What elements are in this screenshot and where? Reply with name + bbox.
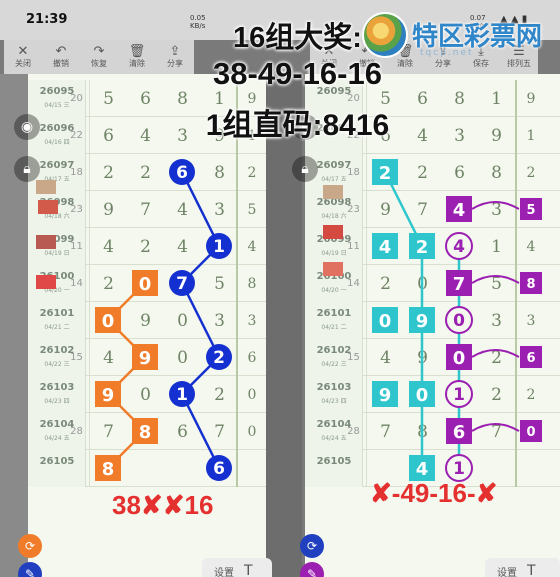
purple-side-marker: 6 — [520, 346, 542, 368]
right-settings-button[interactable]: 设置 — [497, 564, 517, 577]
svg-text:4: 4 — [379, 237, 392, 258]
svg-text:9: 9 — [139, 348, 152, 369]
svg-text:0: 0 — [379, 311, 392, 332]
purple-connector-curve — [471, 423, 520, 432]
right-result-middle: -49-16- — [391, 478, 476, 508]
svg-text:1: 1 — [176, 385, 188, 405]
left-result-first: 38 — [112, 490, 141, 520]
teal-marked-digit: 2 — [372, 159, 398, 185]
purple-marked-digit: 0 — [446, 344, 472, 370]
svg-text:1: 1 — [213, 237, 225, 257]
refresh-icon[interactable]: ⟳ — [300, 534, 324, 558]
orange-marked-digit: 8 — [95, 455, 121, 481]
svg-text:0: 0 — [526, 425, 535, 440]
purple-circled-digit: 0 — [445, 306, 473, 334]
svg-text:7: 7 — [176, 274, 188, 294]
svg-text:0: 0 — [102, 311, 115, 332]
screenshot-root: 21:39 0.05 KB/s 0.07 KB/s ▲ ▲ ▮ ✕ 关闭 ↶ 撤销 ↷ 恢… — [0, 0, 560, 577]
teal-marked-digit: 0 — [409, 381, 435, 407]
svg-text:6: 6 — [213, 459, 225, 479]
orange-marked-digit: 0 — [132, 270, 158, 296]
svg-text:8: 8 — [102, 459, 115, 480]
purple-connector-curve — [471, 349, 520, 358]
left-result-last: 16 — [184, 490, 214, 520]
svg-text:0: 0 — [453, 348, 466, 369]
purple-side-marker: 5 — [520, 198, 542, 220]
left-result-cross-1: ✘ — [140, 490, 163, 520]
left-result: 38✘✘16 — [112, 490, 213, 521]
svg-text:9: 9 — [102, 385, 115, 406]
logo-subtext: tqcp.net — [420, 48, 474, 58]
purple-marked-digit: 6 — [446, 418, 472, 444]
svg-text:2: 2 — [213, 348, 225, 368]
headline-line-3: 1组直码:8416 — [205, 109, 390, 142]
purple-circled-digit: 1 — [445, 380, 473, 408]
refresh-icon[interactable]: ⟳ — [18, 534, 42, 558]
svg-text:1: 1 — [453, 459, 465, 479]
logo-emblem-icon — [362, 12, 408, 58]
svg-text:1: 1 — [453, 385, 465, 405]
svg-text:7: 7 — [453, 274, 466, 295]
purple-side-marker: 0 — [520, 420, 542, 442]
purple-marked-digit: 4 — [446, 196, 472, 222]
svg-text:0: 0 — [139, 274, 152, 295]
purple-marked-digit: 7 — [446, 270, 472, 296]
blue-marked-digit: 7 — [169, 270, 195, 296]
blue-marked-digit: 2 — [206, 344, 232, 370]
purple-circled-digit: 4 — [445, 232, 473, 260]
svg-text:8: 8 — [526, 277, 535, 292]
svg-text:8: 8 — [139, 422, 152, 443]
teal-marked-digit: 4 — [372, 233, 398, 259]
svg-text:4: 4 — [453, 200, 466, 221]
orange-marked-digit: 9 — [95, 381, 121, 407]
svg-text:2: 2 — [379, 163, 392, 184]
teal-marked-digit: 9 — [409, 307, 435, 333]
svg-text:9: 9 — [379, 385, 392, 406]
purple-connector-curve — [471, 275, 520, 284]
teal-marked-digit: 2 — [409, 233, 435, 259]
svg-text:6: 6 — [176, 163, 188, 183]
purple-connector-curve — [471, 201, 520, 210]
svg-text:4: 4 — [416, 459, 429, 480]
orange-marked-digit: 0 — [95, 307, 121, 333]
right-bottom-bar: 设置 T — [485, 558, 560, 577]
svg-text:5: 5 — [526, 203, 535, 218]
blue-marked-digit: 1 — [169, 381, 195, 407]
left-bottom-bar: 设置 T — [202, 558, 272, 577]
svg-text:4: 4 — [453, 237, 465, 257]
svg-text:6: 6 — [526, 351, 535, 366]
svg-text:0: 0 — [416, 385, 429, 406]
text-tool-icon[interactable]: T — [244, 563, 253, 577]
left-result-cross-2: ✘ — [162, 490, 185, 520]
svg-text:6: 6 — [453, 422, 466, 443]
left-settings-button[interactable]: 设置 — [214, 564, 234, 577]
blue-marked-digit: 6 — [206, 455, 232, 481]
svg-text:9: 9 — [416, 311, 429, 332]
right-result-cross-2: ✘ — [475, 478, 498, 508]
teal-marked-digit: 9 — [372, 381, 398, 407]
site-logo: 特区彩票网 tqcp.net — [362, 6, 560, 64]
right-result: ✘-49-16-✘ — [370, 478, 497, 509]
svg-text:2: 2 — [416, 237, 429, 258]
purple-side-marker: 8 — [520, 272, 542, 294]
teal-marked-digit: 0 — [372, 307, 398, 333]
right-result-cross-1: ✘ — [370, 478, 392, 508]
blue-marked-digit: 1 — [206, 233, 232, 259]
orange-marked-digit: 8 — [132, 418, 158, 444]
text-tool-icon[interactable]: T — [527, 563, 536, 577]
orange-marked-digit: 9 — [132, 344, 158, 370]
blue-marked-digit: 6 — [169, 159, 195, 185]
svg-text:0: 0 — [453, 311, 465, 331]
